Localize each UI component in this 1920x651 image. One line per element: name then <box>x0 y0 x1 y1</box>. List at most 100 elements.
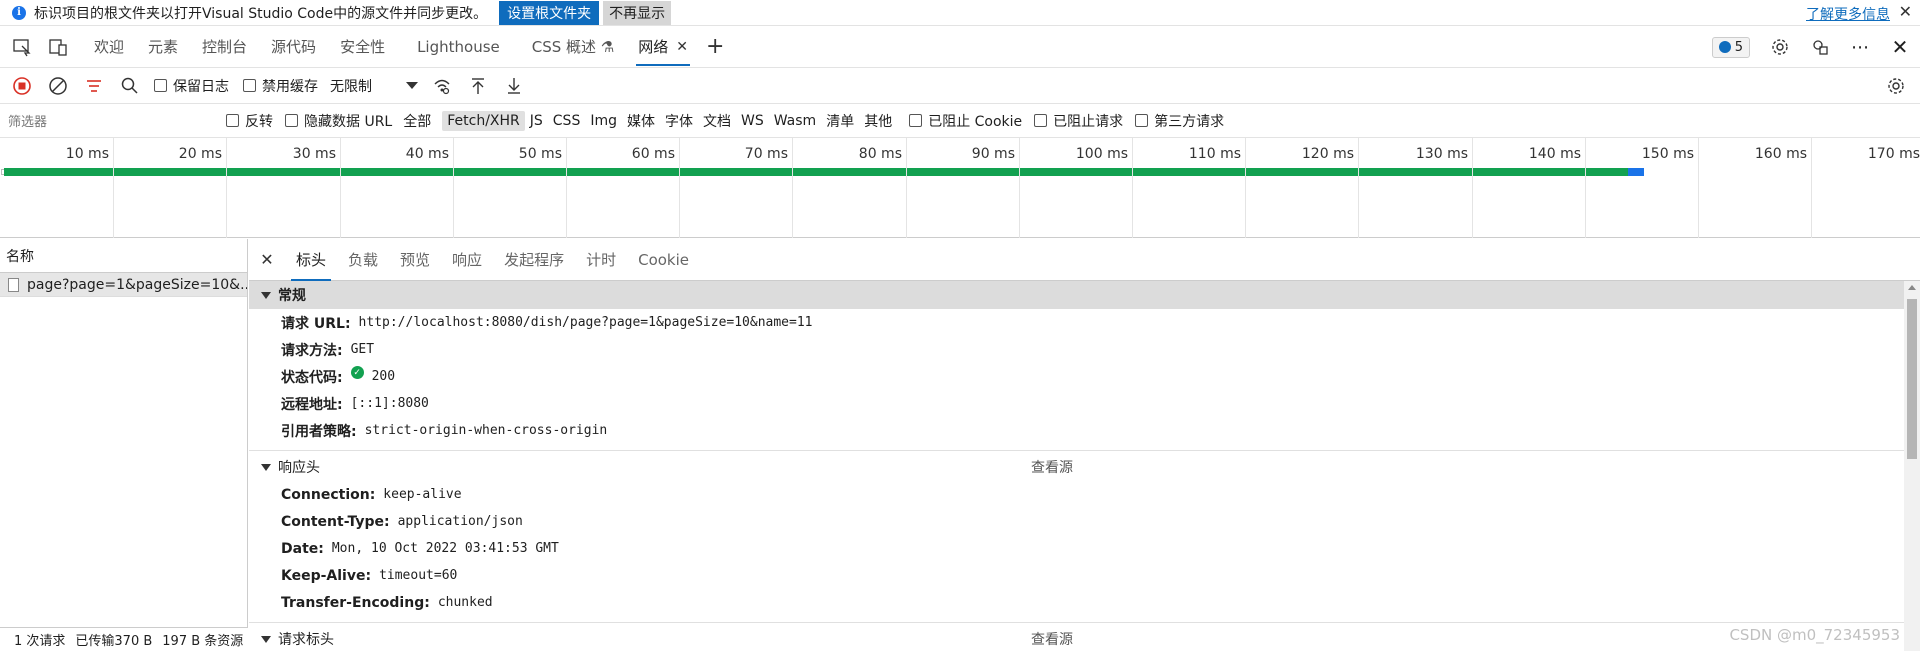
tab-console[interactable]: 控制台 <box>190 26 259 68</box>
device-emulation-icon[interactable] <box>44 33 72 61</box>
filter-type-js[interactable]: JS <box>525 111 548 131</box>
filter-type-manifest[interactable]: 清单 <box>821 109 859 133</box>
inspect-element-icon[interactable] <box>8 33 36 61</box>
remote-address-value: [::1]:8080 <box>350 396 429 411</box>
filter-type-img[interactable]: Img <box>585 111 622 131</box>
devtools-tab-bar: 欢迎 元素 控制台 源代码 安全性 Lighthouse CSS 概述 ⚗ 网络… <box>0 26 1920 68</box>
checkbox-box[interactable] <box>1034 114 1048 127</box>
checkbox-box[interactable] <box>243 79 256 92</box>
network-settings-icon[interactable] <box>1878 68 1914 104</box>
customize-icon[interactable] <box>1800 27 1840 67</box>
remote-address-key: 远程地址: <box>281 396 343 413</box>
message-icon <box>1718 41 1731 53</box>
timeline-gridline <box>1811 138 1812 238</box>
disable-cache-checkbox[interactable]: 禁用缓存 <box>243 76 318 96</box>
checkbox-box[interactable] <box>154 79 167 92</box>
close-devtools-icon[interactable]: ✕ <box>1880 27 1920 67</box>
clear-icon[interactable] <box>40 68 76 104</box>
filter-type-css[interactable]: CSS <box>548 111 586 131</box>
dont-show-again-button[interactable]: 不再显示 <box>603 0 672 25</box>
close-tab-icon[interactable]: ✕ <box>676 39 688 55</box>
general-section-header[interactable]: 常规 <box>249 281 1904 309</box>
info-icon: i <box>12 5 26 20</box>
response-headers-section-header[interactable]: 响应头 查看源 <box>249 453 1920 481</box>
name-column-header[interactable]: 名称 <box>0 239 247 273</box>
gear-icon[interactable] <box>1760 27 1800 67</box>
view-source-link[interactable]: 查看源 <box>1031 457 1073 477</box>
set-root-folder-button[interactable]: 设置根文件夹 <box>499 0 600 25</box>
invert-checkbox[interactable]: 反转 <box>226 111 273 131</box>
tab-timing[interactable]: 计时 <box>575 239 627 281</box>
network-conditions-icon[interactable] <box>424 68 460 104</box>
timeline-tick-label: 90 ms <box>971 146 1015 162</box>
tab-welcome[interactable]: 欢迎 <box>82 26 136 68</box>
view-source-link[interactable]: 查看源 <box>1031 629 1073 649</box>
tab-cookies[interactable]: Cookie <box>627 239 700 281</box>
filter-input[interactable]: 筛选器 <box>4 108 214 134</box>
learn-more-link[interactable]: 了解更多信息 <box>1806 4 1890 24</box>
tab-headers[interactable]: 标头 <box>285 239 337 281</box>
timeline-tick-label: 160 ms <box>1754 146 1807 162</box>
checkbox-box[interactable] <box>909 114 923 127</box>
tab-preview[interactable]: 预览 <box>389 239 441 281</box>
hide-data-urls-checkbox[interactable]: 隐藏数据 URL <box>285 111 392 131</box>
download-icon[interactable] <box>496 68 532 104</box>
filter-type-fetch-xhr[interactable]: Fetch/XHR <box>442 110 525 131</box>
record-icon[interactable] <box>4 68 40 104</box>
filter-icon[interactable] <box>76 68 112 104</box>
header-row: Content-Type: application/json <box>249 508 1920 535</box>
blocked-cookies-checkbox[interactable]: 已阻止 Cookie <box>909 111 1022 131</box>
upload-icon[interactable] <box>460 68 496 104</box>
messages-count: 5 <box>1734 39 1743 55</box>
tab-initiator[interactable]: 发起程序 <box>493 239 575 281</box>
status-bar: 1 次请求 已传输370 B 197 B 条资源 <box>0 627 248 651</box>
checkbox-box[interactable] <box>285 114 298 127</box>
filter-type-wasm[interactable]: Wasm <box>769 111 821 131</box>
devtools-right-controls: 5 ⋯ ✕ <box>1711 26 1920 68</box>
add-tab-icon[interactable]: + <box>706 34 724 59</box>
timeline-tick-label: 20 ms <box>178 146 222 162</box>
tab-security[interactable]: 安全性 <box>328 26 397 68</box>
filter-type-other[interactable]: 其他 <box>859 109 897 133</box>
close-icon[interactable]: ✕ <box>1899 2 1912 21</box>
blocked-requests-checkbox[interactable]: 已阻止请求 <box>1034 111 1123 131</box>
tab-network[interactable]: 网络 ✕ <box>626 26 700 68</box>
details-scrollbar[interactable] <box>1904 281 1920 651</box>
tab-elements[interactable]: 元素 <box>136 26 190 68</box>
scrollbar-thumb[interactable] <box>1907 299 1917 459</box>
tab-lighthouse[interactable]: Lighthouse <box>397 26 520 68</box>
blocked-requests-label: 已阻止请求 <box>1053 113 1124 130</box>
tab-sources[interactable]: 源代码 <box>259 26 328 68</box>
details-tab-bar: ✕ 标头 负载 预览 响应 发起程序 计时 Cookie <box>249 239 1920 281</box>
network-overview-timeline[interactable]: 10 ms 20 ms 30 ms 40 ms 50 ms 60 ms 70 ms 80 ms… <box>0 138 1920 238</box>
messages-badge[interactable]: 5 <box>1711 36 1750 58</box>
preserve-log-checkbox[interactable]: 保留日志 <box>154 76 229 96</box>
tab-response[interactable]: 响应 <box>441 239 493 281</box>
table-row[interactable]: page?page=1&pageSize=10&... <box>0 273 247 297</box>
file-icon <box>8 277 19 292</box>
throttle-select[interactable]: 无限制 <box>330 76 418 96</box>
request-name: page?page=1&pageSize=10&... <box>27 276 247 293</box>
close-details-icon[interactable]: ✕ <box>249 250 285 269</box>
filter-type-font[interactable]: 字体 <box>660 109 698 133</box>
expand-triangle-icon <box>261 463 271 471</box>
filter-type-all[interactable]: 全部 <box>398 109 436 133</box>
request-url-row: 请求 URL: http://localhost:8080/dish/page?… <box>249 309 1920 336</box>
request-count: 1 次请求 <box>14 634 66 649</box>
checkbox-box[interactable] <box>226 114 239 127</box>
checkbox-box[interactable] <box>1135 114 1149 127</box>
blocked-cookies-label: 已阻止 Cookie <box>928 113 1023 130</box>
filter-type-media[interactable]: 媒体 <box>622 109 660 133</box>
timeline-gridline <box>1358 138 1359 238</box>
header-row: Keep-Alive: timeout=60 <box>249 562 1920 589</box>
third-party-checkbox[interactable]: 第三方请求 <box>1135 111 1224 131</box>
filter-type-doc[interactable]: 文档 <box>698 109 736 133</box>
filter-type-ws[interactable]: WS <box>736 111 769 131</box>
request-headers-section-header[interactable]: 请求标头 查看源 <box>249 625 1920 651</box>
search-icon[interactable] <box>112 68 148 104</box>
tab-css-overview[interactable]: CSS 概述 ⚗ <box>520 26 627 68</box>
scroll-up-arrow-icon[interactable] <box>1908 285 1916 290</box>
third-party-label: 第三方请求 <box>1154 113 1225 130</box>
tab-payload[interactable]: 负载 <box>337 239 389 281</box>
more-options-icon[interactable]: ⋯ <box>1840 27 1880 67</box>
